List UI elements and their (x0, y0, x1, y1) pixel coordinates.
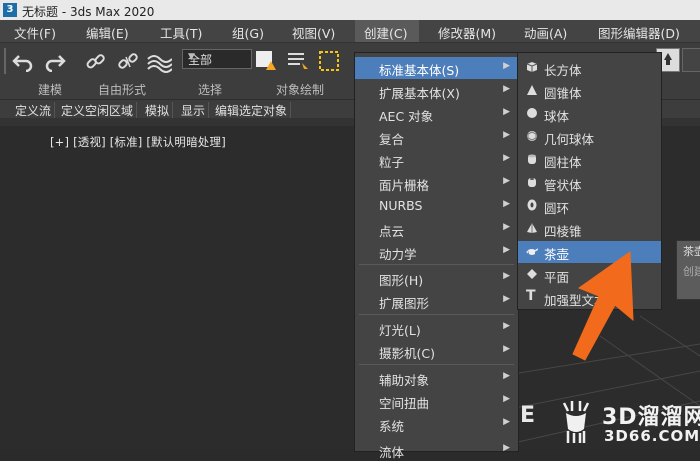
menu-item-particles[interactable]: 粒子 ▶ (355, 149, 518, 171)
cylinder-icon (528, 154, 536, 164)
tab-modeling[interactable]: 建模 (38, 81, 62, 98)
subtab-simulate[interactable]: 模拟 (142, 102, 174, 119)
chevron-right-icon: ▶ (503, 153, 510, 163)
menu-separator (359, 314, 514, 315)
menu-graph-editors[interactable]: 图形编辑器(D) (598, 23, 680, 42)
menu-item-patch-grids[interactable]: 面片栅格 ▶ (355, 172, 518, 194)
menu-item-space-warps[interactable]: 空间扭曲 ▶ (355, 390, 518, 412)
watermark: E 3D溜溜网 3D66.COM (520, 395, 700, 450)
menu-item-aec-objects[interactable]: AEC 对象 ▶ (355, 103, 518, 125)
menu-item-torus[interactable]: 圆环 (518, 195, 661, 217)
menu-separator (359, 364, 514, 365)
menu-item-nurbs[interactable]: NURBS ▶ (355, 195, 518, 217)
menu-modifiers[interactable]: 修改器(M) (438, 23, 496, 42)
menu-item-cone[interactable]: 圆锥体 (518, 80, 661, 102)
menu-item-standard-primitives[interactable]: 标准基本体(S) ▶ (355, 57, 518, 79)
create-menu: 标准基本体(S) ▶ 扩展基本体(X) ▶ AEC 对象 ▶ 复合 ▶ 粒子 ▶ 面片栅格… (354, 52, 519, 460)
viewport-label[interactable]: [+] [透视] [标准] [默认明暗处理] (50, 134, 226, 150)
menu-item-sphere[interactable]: 球体 (518, 103, 661, 125)
watermark-letter: E (520, 403, 536, 428)
link-icon[interactable] (84, 51, 108, 73)
rectangular-selection-icon[interactable] (318, 50, 342, 74)
chevron-right-icon: ▶ (503, 394, 510, 404)
toolbar-grip (4, 48, 6, 74)
menu-item-extended-primitives[interactable]: 扩展基本体(X) ▶ (355, 80, 518, 102)
subtab-edit-selected[interactable]: 编辑选定对象 (212, 102, 292, 119)
menu-item-geosphere[interactable]: 几何球体 (518, 126, 661, 148)
bind-space-warp-icon[interactable] (146, 51, 172, 73)
menu-tools[interactable]: 工具(T) (160, 23, 202, 42)
menu-group[interactable]: 组(G) (232, 23, 264, 42)
menu-item-cylinder[interactable]: 圆柱体 (518, 149, 661, 171)
menu-file[interactable]: 文件(F) (14, 23, 56, 42)
unlink-icon[interactable] (116, 51, 140, 73)
menu-create[interactable]: 创建(C) (364, 23, 407, 42)
menu-bar: 文件(F) 编辑(E) 工具(T) 组(G) 视图(V) 创建(C) 修改器(M… (0, 20, 700, 43)
window-title: 无标题 - 3ds Max 2020 (22, 5, 155, 19)
menu-item-fluids[interactable]: 流体 ▶ (355, 439, 518, 461)
subtab-define-idle-areas[interactable]: 定义空闲区域 (58, 102, 138, 119)
selection-filter-dropdown[interactable]: 全部 ▼ (182, 49, 252, 69)
redo-icon[interactable] (44, 52, 66, 72)
menu-separator (359, 264, 514, 265)
title-bar: 3 无标题 - 3ds Max 2020 (0, 0, 700, 20)
cursor-icon (266, 61, 276, 70)
torus-icon (527, 199, 537, 211)
chevron-right-icon: ▶ (503, 417, 510, 427)
menu-item-helpers[interactable]: 辅助对象 ▶ (355, 367, 518, 389)
menu-item-systems[interactable]: 系统 ▶ (355, 413, 518, 435)
chevron-right-icon: ▶ (503, 107, 510, 117)
watermark-url: 3D66.COM (604, 427, 700, 445)
tab-object-paint[interactable]: 对象绘制 (276, 81, 324, 98)
teapot-icon (526, 248, 538, 255)
menu-view[interactable]: 视图(V) (292, 23, 335, 42)
chevron-right-icon: ▶ (503, 245, 510, 255)
teapot-tooltip: 茶壶 创建 (676, 240, 700, 300)
chevron-right-icon: ▶ (503, 176, 510, 186)
chevron-right-icon: ▶ (503, 321, 510, 331)
menu-item-shapes[interactable]: 图形(H) ▶ (355, 267, 518, 289)
menu-item-compound[interactable]: 复合 ▶ (355, 126, 518, 148)
menu-item-point-cloud[interactable]: 点云 ▶ (355, 218, 518, 240)
tab-selection[interactable]: 选择 (198, 81, 222, 98)
menu-item-box[interactable]: 长方体 (518, 57, 661, 79)
plane-icon (527, 269, 537, 279)
chevron-down-icon: ▼ (188, 52, 195, 62)
cone-icon (527, 85, 537, 95)
deer-logo-icon (562, 401, 590, 443)
subtab-define-flow[interactable]: 定义流 (12, 102, 56, 119)
menu-item-lights[interactable]: 灯光(L) ▶ (355, 317, 518, 339)
menu-item-tube[interactable]: 管状体 (518, 172, 661, 194)
select-by-name-icon[interactable] (286, 51, 310, 73)
chevron-right-icon: ▶ (503, 294, 510, 304)
menu-item-cameras[interactable]: 摄影机(C) ▶ (355, 340, 518, 362)
pyramid-icon (527, 223, 537, 233)
chevron-right-icon: ▶ (503, 371, 510, 381)
menu-item-extended-shapes[interactable]: 扩展图形 ▶ (355, 290, 518, 312)
tube-icon (528, 178, 536, 187)
text-icon: T (526, 288, 536, 304)
app-icon: 3 (3, 3, 17, 17)
sphere-icon (527, 108, 537, 118)
chevron-right-icon: ▶ (503, 443, 510, 453)
chevron-right-icon: ▶ (503, 199, 510, 209)
menu-edit[interactable]: 编辑(E) (86, 23, 129, 42)
box-icon (526, 62, 538, 72)
tab-freeform[interactable]: 自由形式 (98, 81, 146, 98)
undo-icon[interactable] (12, 52, 34, 72)
chevron-right-icon: ▶ (503, 61, 510, 71)
menu-animation[interactable]: 动画(A) (524, 23, 567, 42)
menu-item-dynamics[interactable]: 动力学 ▶ (355, 241, 518, 263)
subtab-display[interactable]: 显示 (178, 102, 210, 119)
chevron-right-icon: ▶ (503, 222, 510, 232)
toolbar-button-edge[interactable] (682, 48, 700, 72)
geosphere-icon (527, 131, 537, 141)
chevron-right-icon: ▶ (503, 344, 510, 354)
chevron-right-icon: ▶ (503, 271, 510, 281)
chevron-right-icon: ▶ (503, 84, 510, 94)
chevron-right-icon: ▶ (503, 130, 510, 140)
menu-item-pyramid[interactable]: 四棱锥 (518, 218, 661, 240)
